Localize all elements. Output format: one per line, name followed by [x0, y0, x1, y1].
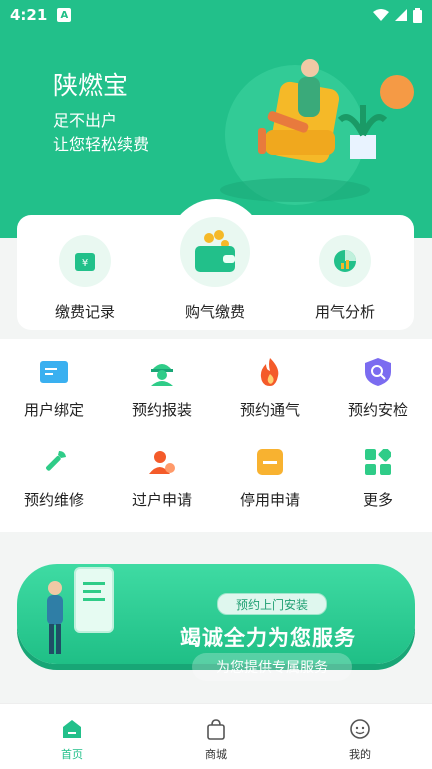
service-safety-check[interactable]: 预约安检 — [324, 357, 432, 420]
service-gas-on[interactable]: 预约通气 — [216, 357, 324, 420]
quick-actions-card: ¥ 缴费记录 购气缴费 用气分析 — [17, 215, 414, 330]
shield-search-icon — [363, 357, 393, 387]
action-label: 用气分析 — [314, 303, 375, 321]
service-label: 预约通气 — [239, 401, 300, 419]
service-more[interactable]: 更多 — [324, 447, 432, 510]
service-label: 更多 — [362, 491, 393, 509]
service-transfer[interactable]: 过户申请 — [108, 447, 216, 510]
service-suspend[interactable]: 停用申请 — [216, 447, 324, 510]
profile-icon — [349, 718, 371, 740]
pie-chart-icon — [319, 235, 371, 287]
hero-illustration — [220, 59, 414, 205]
status-bar: 4:21 A — [0, 0, 432, 30]
signal-icon — [395, 9, 407, 21]
hero-subtitle: 足不出户 让您轻松续费 — [53, 109, 149, 157]
nav-mall[interactable]: 商城 — [144, 704, 288, 769]
nav-label: 首页 — [61, 748, 83, 761]
app-title: 陕燃宝 — [53, 71, 129, 100]
nav-home[interactable]: 首页 — [0, 704, 144, 769]
action-payment-records[interactable]: ¥ 缴费记录 — [25, 235, 145, 322]
wrench-icon — [39, 447, 69, 477]
wifi-icon — [373, 9, 389, 21]
status-time: 4:21 — [10, 6, 48, 24]
nav-label: 我的 — [349, 748, 371, 761]
banner-headline: 竭诚全力为您服务 — [180, 626, 356, 650]
nav-label: 商城 — [205, 748, 227, 761]
service-label: 预约报装 — [131, 401, 192, 419]
service-label: 停用申请 — [239, 491, 300, 509]
more-grid-icon — [363, 447, 393, 477]
flame-icon — [255, 357, 285, 387]
battery-icon — [413, 7, 422, 23]
action-label: 缴费记录 — [54, 303, 115, 321]
status-icons — [373, 7, 422, 23]
action-label: 购气缴费 — [184, 303, 245, 321]
transfer-user-icon — [147, 447, 177, 477]
banner-subline: 为您提供专属服务 — [192, 653, 352, 681]
worker-icon — [147, 357, 177, 387]
nav-profile[interactable]: 我的 — [288, 704, 432, 769]
hero-line-2: 让您轻松续费 — [53, 135, 150, 154]
hero-line-1: 足不出户 — [53, 111, 118, 130]
bottom-navigation: 首页 商城 我的 — [0, 703, 432, 769]
banner-tag: 预约上门安装 — [217, 593, 327, 615]
shopping-bag-icon — [205, 718, 227, 740]
services-grid: 用户绑定 预约报装 预约通气 预约安检 预约维修 过户申请 停用申请 更多 — [0, 339, 432, 532]
service-repair[interactable]: 预约维修 — [0, 447, 108, 510]
notification-badge: A — [57, 8, 72, 22]
service-label: 用户绑定 — [23, 401, 84, 419]
action-buy-gas[interactable]: 购气缴费 — [155, 217, 275, 322]
home-icon — [61, 718, 83, 740]
service-label: 过户申请 — [131, 491, 192, 509]
id-card-icon — [39, 357, 69, 387]
service-label: 预约安检 — [347, 401, 408, 419]
action-gas-analysis[interactable]: 用气分析 — [285, 235, 405, 322]
banner-illustration — [47, 567, 114, 654]
wallet-icon — [180, 217, 250, 287]
service-bind-user[interactable]: 用户绑定 — [0, 357, 108, 420]
service-installation[interactable]: 预约报装 — [108, 357, 216, 420]
stop-icon — [255, 447, 285, 477]
service-label: 预约维修 — [23, 491, 84, 509]
receipt-icon: ¥ — [59, 235, 111, 287]
svg-text:¥: ¥ — [82, 258, 88, 269]
